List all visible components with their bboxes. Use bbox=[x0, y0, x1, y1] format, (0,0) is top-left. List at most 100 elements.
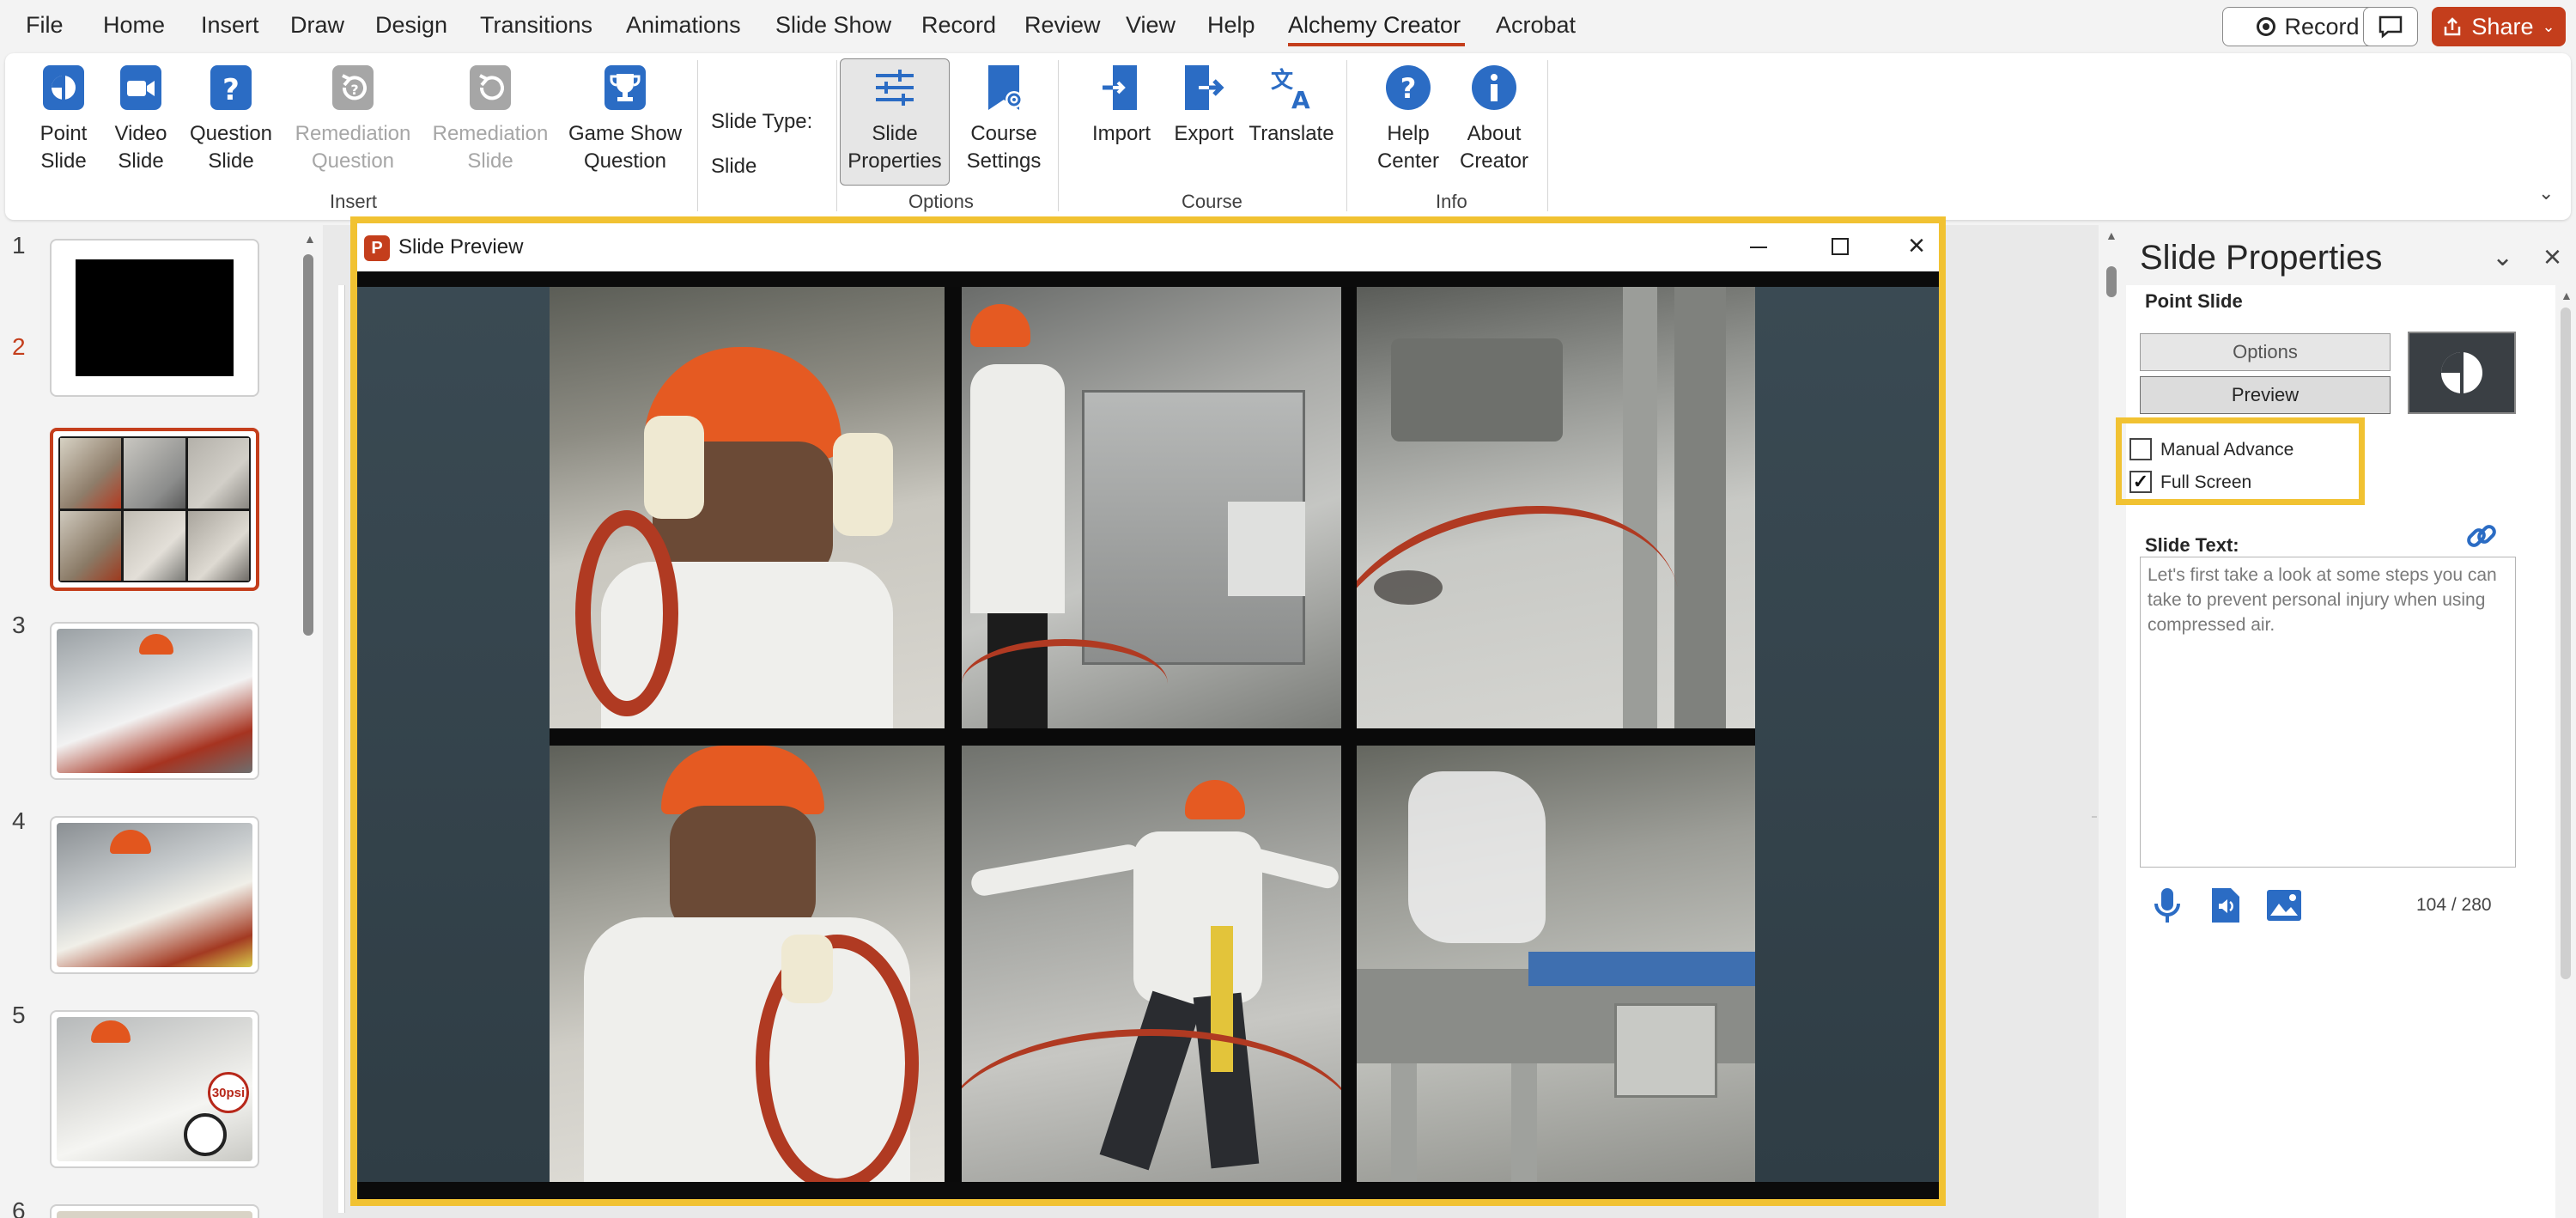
minimize-icon[interactable] bbox=[1741, 234, 1776, 259]
slide-number: 4 bbox=[12, 807, 26, 834]
manual-advance-checkbox[interactable] bbox=[2129, 438, 2152, 460]
translate-button[interactable]: 文A Translate bbox=[1247, 62, 1336, 148]
slide-number: 6 bbox=[12, 1197, 26, 1218]
psi-badge: 30psi bbox=[208, 1072, 249, 1113]
export-button[interactable]: Export bbox=[1164, 62, 1243, 148]
question-slide-label: Question Slide bbox=[189, 122, 273, 173]
photo-conveyor-plastic bbox=[1357, 746, 1755, 1182]
properties-scrollbar[interactable]: ▲ bbox=[2555, 285, 2576, 1218]
scroll-up-icon[interactable]: ▲ bbox=[304, 232, 316, 246]
export-label: Export bbox=[1174, 122, 1234, 145]
thumbnail-image bbox=[57, 823, 252, 967]
editor-scrollbar[interactable]: ▲ bbox=[2099, 225, 2126, 1218]
import-icon bbox=[1103, 65, 1137, 110]
preview-slide-content bbox=[357, 271, 1939, 1199]
info-icon bbox=[1472, 65, 1516, 110]
link-icon[interactable] bbox=[2463, 517, 2500, 555]
menu-bar: File Home Insert Draw Design Transitions… bbox=[0, 0, 2576, 52]
tab-alchemy-creator[interactable]: Alchemy Creator bbox=[1288, 12, 1461, 39]
tab-acrobat[interactable]: Acrobat bbox=[1496, 12, 1576, 39]
scrollbar-thumb[interactable] bbox=[2561, 308, 2571, 979]
about-creator-button[interactable]: About Creator bbox=[1451, 62, 1537, 175]
tab-animations[interactable]: Animations bbox=[626, 12, 741, 39]
info-group-label: Info bbox=[1436, 191, 1467, 212]
tab-insert[interactable]: Insert bbox=[201, 12, 259, 39]
close-icon[interactable]: × bbox=[1899, 230, 1934, 261]
game-show-question-label: Game Show Question bbox=[568, 122, 683, 173]
tab-home[interactable]: Home bbox=[103, 12, 165, 39]
comments-button[interactable] bbox=[2363, 7, 2418, 46]
tab-design[interactable]: Design bbox=[375, 12, 447, 39]
slide-thumbnail-4[interactable] bbox=[50, 816, 259, 974]
slide-properties-panel: Slide Properties ⌄ × Point Slide Options… bbox=[2116, 225, 2576, 1218]
course-settings-icon bbox=[988, 65, 1023, 110]
slide-thumbnail-2[interactable] bbox=[50, 428, 259, 591]
scroll-up-icon[interactable]: ▲ bbox=[2561, 289, 2573, 302]
point-slide-preview-tile bbox=[2408, 332, 2516, 414]
video-slide-button[interactable]: Video Slide bbox=[105, 62, 177, 175]
svg-text:?: ? bbox=[222, 73, 240, 107]
sliders-icon bbox=[876, 70, 914, 106]
share-button[interactable]: Share ⌄ bbox=[2432, 7, 2566, 46]
export-icon bbox=[1185, 65, 1224, 110]
photo-worker-hardhat bbox=[550, 287, 945, 728]
import-button[interactable]: Import bbox=[1080, 62, 1163, 148]
question-slide-button[interactable]: ? Question Slide bbox=[184, 62, 278, 175]
tab-transitions[interactable]: Transitions bbox=[480, 12, 592, 39]
tab-slide-show[interactable]: Slide Show bbox=[775, 12, 891, 39]
slide-thumbnail-6[interactable] bbox=[50, 1204, 259, 1218]
slide-thumbnail-5[interactable]: 30psi bbox=[50, 1010, 259, 1168]
point-slide-button[interactable]: Point Slide bbox=[27, 62, 100, 175]
full-screen-checkbox[interactable]: ✓ bbox=[2129, 471, 2152, 493]
ribbon-separator bbox=[836, 60, 837, 211]
tab-record[interactable]: Record bbox=[921, 12, 996, 39]
vertical-ruler bbox=[338, 285, 345, 1213]
checkmark-icon: ✓ bbox=[2132, 471, 2149, 492]
thumbnail-image bbox=[57, 629, 252, 773]
import-label: Import bbox=[1091, 122, 1151, 145]
remediation-slide-button[interactable]: Remediation Slide bbox=[426, 62, 555, 175]
slide-text-area[interactable]: Let's first take a look at some steps yo… bbox=[2140, 557, 2516, 868]
tab-help[interactable]: Help bbox=[1207, 12, 1255, 39]
thumbnails-scrollbar[interactable]: ▲ bbox=[301, 232, 316, 1218]
slide-number: 1 bbox=[12, 232, 26, 259]
ribbon: Point Slide Video Slide ? Question Slide… bbox=[5, 53, 2571, 220]
tab-file[interactable]: File bbox=[26, 12, 64, 39]
chevron-down-icon: ⌄ bbox=[2542, 17, 2555, 35]
scroll-up-icon[interactable]: ▲ bbox=[2105, 228, 2117, 242]
course-settings-button[interactable]: Course Settings bbox=[958, 62, 1049, 175]
help-icon: ? bbox=[1386, 65, 1431, 110]
slide-thumbnail-3[interactable] bbox=[50, 622, 259, 780]
audio-file-icon[interactable] bbox=[2208, 886, 2243, 924]
manual-advance-label: Manual Advance bbox=[2160, 440, 2294, 460]
tab-review[interactable]: Review bbox=[1024, 12, 1101, 39]
image-icon[interactable] bbox=[2265, 888, 2303, 923]
record-icon bbox=[2257, 17, 2276, 36]
photo-factory-floor-hose bbox=[1357, 287, 1755, 728]
photo-worker-tripping bbox=[962, 746, 1341, 1182]
ribbon-separator bbox=[1346, 60, 1347, 211]
preview-button[interactable]: Preview bbox=[2140, 376, 2391, 414]
point-slide-label: Point Slide bbox=[39, 122, 88, 173]
help-center-button[interactable]: ? Help Center bbox=[1365, 62, 1451, 175]
game-show-question-button[interactable]: Game Show Question bbox=[562, 62, 689, 175]
slide-properties-button[interactable]: Slide Properties bbox=[845, 62, 945, 175]
svg-text:?: ? bbox=[1400, 72, 1417, 105]
help-center-label: Help Center bbox=[1376, 122, 1440, 173]
scrollbar-thumb[interactable] bbox=[2106, 266, 2117, 297]
photo-worker-machine bbox=[962, 287, 1341, 728]
close-panel-icon[interactable]: × bbox=[2543, 239, 2561, 275]
maximize-icon[interactable] bbox=[1822, 234, 1856, 259]
options-button[interactable]: Options bbox=[2140, 333, 2391, 371]
chevron-down-icon[interactable]: ⌄ bbox=[2492, 242, 2513, 272]
scrollbar-thumb[interactable] bbox=[303, 254, 313, 636]
slide-thumbnail-1[interactable] bbox=[50, 239, 259, 397]
gauge-icon bbox=[184, 1113, 227, 1156]
remediation-question-button[interactable]: ? Remediation Question bbox=[289, 62, 417, 175]
character-count: 104 / 280 bbox=[2416, 895, 2492, 915]
tab-view[interactable]: View bbox=[1126, 12, 1176, 39]
collapse-ribbon-icon[interactable]: ⌄ bbox=[2538, 182, 2554, 204]
question-icon: ? bbox=[210, 65, 252, 110]
microphone-icon[interactable] bbox=[2152, 886, 2183, 924]
tab-draw[interactable]: Draw bbox=[290, 12, 344, 39]
